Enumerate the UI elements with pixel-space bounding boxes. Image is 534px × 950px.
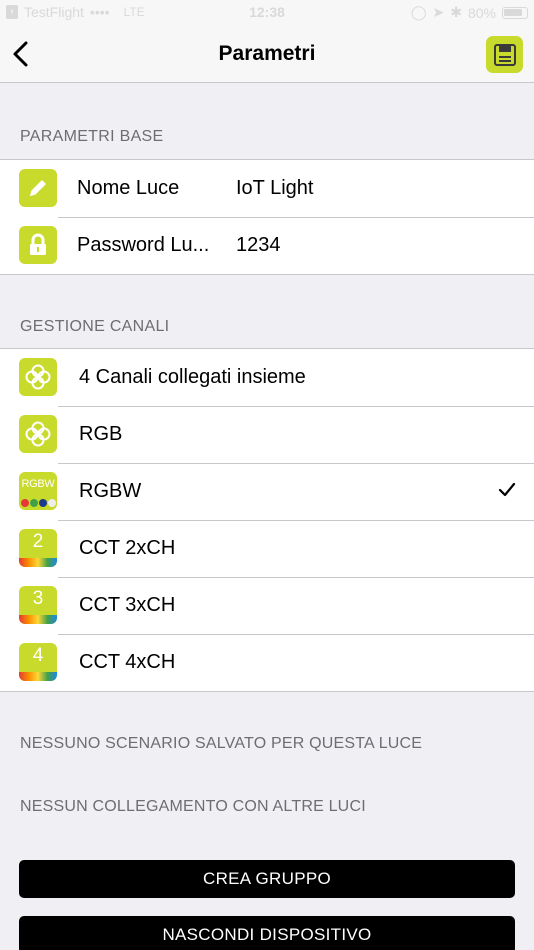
no-links-text: NESSUN COLLEGAMENTO CON ALTRE LUCI: [20, 798, 366, 815]
channels-linked-icon: [19, 358, 57, 396]
rgbw-icon-text: RGBW: [21, 478, 55, 490]
channel-option-cct2[interactable]: 2 CCT 2xCH: [0, 520, 534, 577]
blue-dot: [39, 499, 47, 507]
base-parameters-group: Nome Luce IoT Light Password Lu... 1234: [0, 159, 534, 275]
rainbow-bar: [19, 615, 57, 624]
light-password-row[interactable]: Password Lu... 1234: [0, 217, 534, 274]
cct-icon: 2: [19, 529, 57, 567]
cct-icon: 3: [19, 586, 57, 624]
rgbw-dots: [21, 499, 56, 507]
create-group-button[interactable]: CREA GRUPPO: [19, 860, 515, 898]
channel-option-linked[interactable]: 4 Canali collegati insieme: [0, 349, 534, 406]
channels-group: 4 Canali collegati insieme RGB RGBW RGBW: [0, 348, 534, 692]
status-right: ◯ ➤ ✱ 80%: [411, 4, 528, 21]
lock-icon: [19, 226, 57, 264]
cct-number: 3: [32, 588, 44, 609]
cct-number: 2: [32, 531, 44, 552]
bluetooth-icon: ✱: [450, 4, 462, 20]
section-header-channels: GESTIONE CANALI: [20, 318, 170, 335]
hide-device-button[interactable]: NASCONDI DISPOSITIVO: [19, 916, 515, 950]
alarm-icon: ◯: [410, 4, 427, 20]
cct-number: 4: [32, 645, 44, 666]
green-dot: [30, 499, 38, 507]
page-title: Parametri: [218, 42, 316, 65]
rainbow-bar: [19, 672, 57, 681]
channel-option-cct4[interactable]: 4 CCT 4xCH: [0, 634, 534, 691]
pencil-icon: [19, 169, 57, 207]
channel-option-rgb[interactable]: RGB: [0, 406, 534, 463]
channel-option-label: RGBW: [79, 480, 142, 502]
channel-option-label: CCT 2xCH: [79, 537, 176, 559]
white-dot: [48, 499, 56, 507]
rainbow-bar: [19, 558, 57, 567]
channel-option-label: CCT 4xCH: [79, 651, 176, 673]
light-password-label: Password Lu...: [77, 234, 210, 256]
floppy-disk-icon: [493, 43, 516, 66]
status-bar: ‹ TestFlight •••• LTE 12:38 ◯ ➤ ✱ 80%: [0, 0, 534, 26]
channel-option-label: 4 Canali collegati insieme: [79, 366, 306, 388]
light-name-value[interactable]: IoT Light: [236, 177, 313, 200]
no-scenes-text: NESSUNO SCENARIO SALVATO PER QUESTA LUCE: [20, 735, 423, 752]
light-name-label: Nome Luce: [77, 177, 180, 199]
rgbw-icon: RGBW: [19, 472, 57, 510]
location-icon: ➤: [432, 4, 445, 20]
section-header-base: PARAMETRI BASE: [20, 128, 164, 145]
navigation-bar: Parametri: [0, 26, 534, 83]
light-password-value[interactable]: 1234: [236, 234, 281, 257]
battery-percent: 80%: [467, 4, 496, 21]
battery-icon: [502, 6, 528, 19]
channel-option-label: RGB: [79, 423, 123, 445]
light-name-row[interactable]: Nome Luce IoT Light: [0, 160, 534, 217]
red-dot: [21, 499, 29, 507]
rgb-icon: [19, 415, 57, 453]
channel-option-cct3[interactable]: 3 CCT 3xCH: [0, 577, 534, 634]
cct-icon: 4: [19, 643, 57, 681]
save-button[interactable]: [486, 36, 523, 73]
channel-option-rgbw[interactable]: RGBW RGBW: [0, 463, 534, 520]
checkmark-icon: [498, 482, 516, 497]
channel-option-label: CCT 3xCH: [79, 594, 176, 616]
